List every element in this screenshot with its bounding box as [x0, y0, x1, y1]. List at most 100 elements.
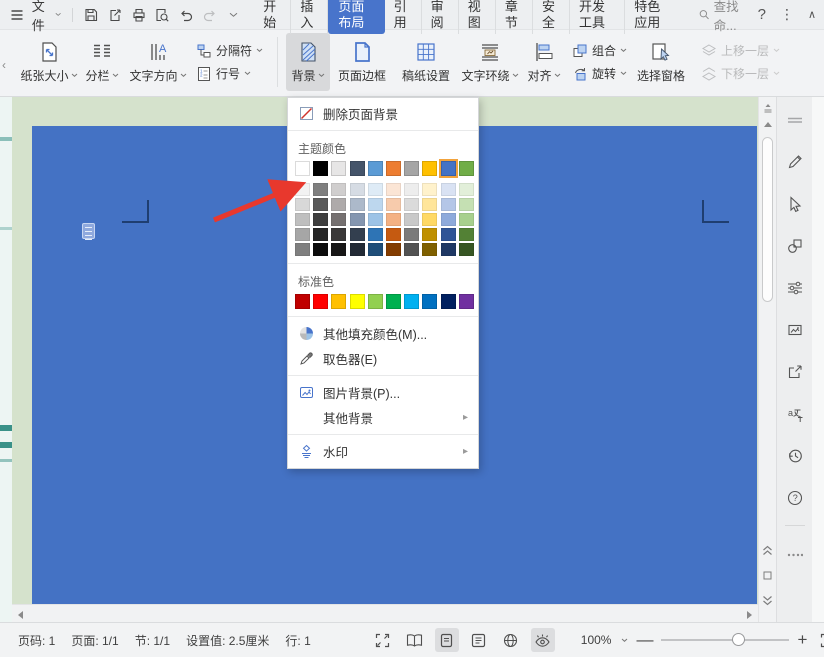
vertical-scrollbar[interactable]	[758, 97, 776, 622]
color-swatch[interactable]	[350, 183, 365, 196]
selection-pane-button[interactable]: 选择窗格	[633, 33, 689, 91]
fullscreen-view-icon[interactable]	[371, 628, 395, 652]
color-swatch[interactable]	[313, 213, 328, 226]
text-wrap-button[interactable]: 文字环绕	[458, 33, 522, 91]
eyedropper-item[interactable]: 取色器(E)	[288, 346, 478, 371]
zoom-slider[interactable]	[661, 633, 789, 647]
zoom-dropdown-icon[interactable]	[621, 638, 628, 643]
status-page-number[interactable]: 页码: 1	[10, 632, 63, 649]
color-swatch[interactable]	[386, 161, 401, 176]
share-export-icon[interactable]	[782, 359, 808, 385]
scroll-left-icon[interactable]	[17, 610, 24, 620]
color-swatch[interactable]	[459, 228, 474, 241]
color-swatch[interactable]	[441, 161, 456, 176]
color-swatch[interactable]	[350, 228, 365, 241]
tab-home[interactable]: 开始	[254, 0, 291, 34]
page-view-icon[interactable]	[435, 628, 459, 652]
tab-view[interactable]: 视图	[459, 0, 496, 34]
color-swatch[interactable]	[331, 198, 346, 211]
color-swatch[interactable]	[386, 198, 401, 211]
fit-page-icon[interactable]	[815, 628, 824, 652]
file-menu[interactable]: 文件	[32, 0, 62, 34]
bring-forward-button[interactable]: 上移一层	[701, 42, 780, 59]
translate-icon[interactable]: a	[782, 401, 808, 427]
background-button[interactable]: 背景	[286, 33, 330, 91]
tab-dev-tools[interactable]: 开发工具	[570, 0, 625, 34]
rotate-button[interactable]: 旋转	[572, 65, 627, 82]
color-swatch[interactable]	[331, 243, 346, 256]
more-fill-colors-item[interactable]: 其他填充颜色(M)...	[288, 321, 478, 346]
color-swatch[interactable]	[422, 183, 437, 196]
paper-size-button[interactable]: 纸张大小	[20, 33, 78, 91]
color-swatch[interactable]	[386, 183, 401, 196]
color-swatch[interactable]	[313, 161, 328, 176]
zoom-out-button[interactable]: —	[636, 633, 653, 647]
status-line-number[interactable]: 行: 1	[277, 632, 318, 649]
undo-button[interactable]	[177, 4, 195, 26]
status-page-count[interactable]: 页面: 1/1	[63, 632, 126, 649]
zoom-in-button[interactable]: +	[797, 633, 807, 647]
print-button[interactable]	[130, 4, 148, 26]
color-swatch[interactable]	[368, 198, 383, 211]
color-swatch[interactable]	[350, 198, 365, 211]
color-swatch[interactable]	[441, 294, 456, 309]
color-swatch[interactable]	[368, 213, 383, 226]
line-numbers-button[interactable]: 12 行号	[196, 65, 263, 82]
select-cursor-icon[interactable]	[782, 191, 808, 217]
color-swatch[interactable]	[295, 228, 310, 241]
other-background-item[interactable]: 其他背景 ▸	[288, 405, 478, 430]
text-direction-button[interactable]: A 文字方向	[126, 33, 190, 91]
color-swatch[interactable]	[295, 213, 310, 226]
color-swatch[interactable]	[331, 213, 346, 226]
color-swatch[interactable]	[404, 198, 419, 211]
eye-protection-icon[interactable]	[531, 628, 555, 652]
adjust-sliders-icon[interactable]	[782, 275, 808, 301]
color-swatch[interactable]	[331, 183, 346, 196]
color-swatch[interactable]	[350, 294, 365, 309]
more-menu-icon[interactable]: ⋮	[780, 6, 794, 23]
tab-references[interactable]: 引用	[385, 0, 422, 34]
grid-setting-button[interactable]: 稿纸设置	[394, 33, 458, 91]
print-preview-button[interactable]	[153, 4, 171, 26]
color-swatch[interactable]	[313, 294, 328, 309]
screenshot-image-icon[interactable]	[782, 317, 808, 343]
color-swatch[interactable]	[386, 228, 401, 241]
color-swatch[interactable]	[368, 161, 383, 176]
color-swatch[interactable]	[459, 213, 474, 226]
color-swatch[interactable]	[295, 198, 310, 211]
previous-page-icon[interactable]	[762, 545, 773, 556]
help-icon[interactable]: ?	[758, 6, 766, 23]
color-swatch[interactable]	[386, 243, 401, 256]
page-border-button[interactable]: 页面边框	[330, 33, 394, 91]
color-swatch[interactable]	[459, 198, 474, 211]
history-icon[interactable]	[782, 443, 808, 469]
pen-edit-icon[interactable]	[782, 149, 808, 175]
color-swatch[interactable]	[441, 243, 456, 256]
color-swatch[interactable]	[368, 183, 383, 196]
color-swatch[interactable]	[368, 243, 383, 256]
collapse-pane-chevron-icon[interactable]: ‹	[2, 58, 6, 72]
columns-button[interactable]: 分栏	[78, 33, 126, 91]
status-section[interactable]: 节: 1/1	[127, 632, 178, 649]
more-tools-icon[interactable]	[782, 542, 808, 568]
color-swatch[interactable]	[441, 228, 456, 241]
tab-review[interactable]: 审阅	[422, 0, 459, 34]
color-swatch[interactable]	[459, 243, 474, 256]
rail-handle-icon[interactable]	[782, 107, 808, 133]
color-swatch[interactable]	[459, 161, 474, 176]
color-swatch[interactable]	[386, 213, 401, 226]
tab-security[interactable]: 安全	[533, 0, 570, 34]
group-objects-button[interactable]: 组合	[572, 42, 627, 59]
color-swatch[interactable]	[404, 161, 419, 176]
color-swatch[interactable]	[386, 294, 401, 309]
tab-insert[interactable]: 插入	[291, 0, 328, 34]
next-page-icon[interactable]	[762, 595, 773, 606]
watermark-item[interactable]: 水印 ▸	[288, 439, 478, 464]
color-swatch[interactable]	[331, 161, 346, 176]
color-swatch[interactable]	[441, 198, 456, 211]
align-button[interactable]: 对齐	[522, 33, 566, 91]
color-swatch[interactable]	[404, 243, 419, 256]
color-swatch[interactable]	[368, 228, 383, 241]
quick-access-more-button[interactable]	[225, 4, 243, 26]
tab-section[interactable]: 章节	[496, 0, 533, 34]
